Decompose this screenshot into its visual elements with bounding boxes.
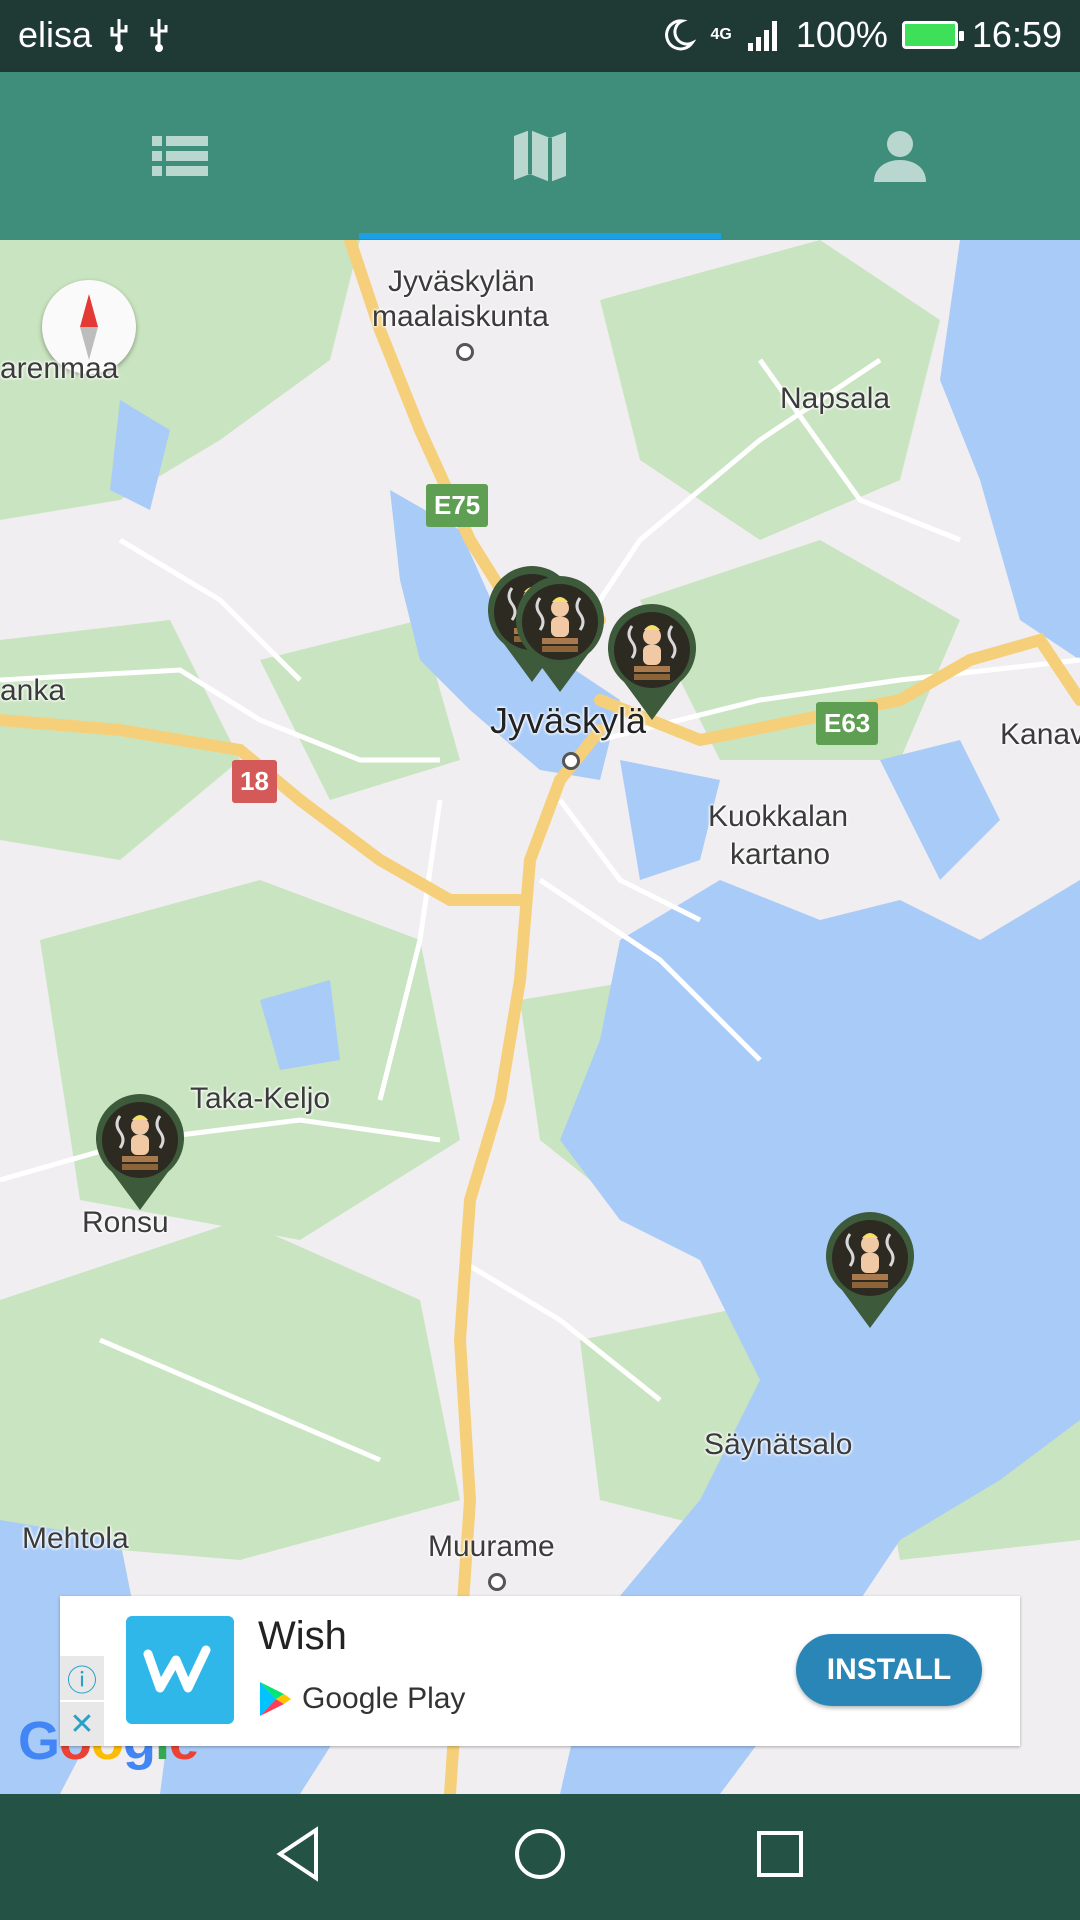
ad-title: Wish (258, 1614, 347, 1658)
place-label: Mehtola (22, 1522, 129, 1555)
sauna-marker[interactable] (820, 1210, 920, 1330)
place-dot (562, 752, 580, 770)
place-dot (488, 1573, 506, 1591)
ad-store: Google Play (258, 1680, 465, 1718)
wish-logo (126, 1616, 234, 1724)
place-label: Taka-Keljo (190, 1082, 331, 1115)
road-shield: E63 (816, 702, 879, 745)
recents-icon[interactable] (750, 1824, 810, 1884)
selected-tab-indicator (359, 233, 721, 239)
place-dot (456, 343, 474, 361)
tab-map[interactable] (360, 72, 720, 240)
usb-icon (110, 19, 128, 52)
place-label: Kanav (1000, 718, 1080, 751)
signal-icon (747, 21, 777, 51)
road-shield: E75 (426, 484, 489, 527)
sauna-marker[interactable] (510, 574, 610, 694)
battery-icon (901, 21, 964, 49)
battery-percent: 100% (795, 14, 888, 55)
close-icon[interactable]: ✕ (60, 1702, 104, 1746)
place-label: Napsala (780, 382, 891, 415)
status-bar: elisa 4G 100% 16:59 (0, 0, 1080, 72)
network-type: 4G (710, 26, 732, 43)
place-label: Säynätsalo (704, 1428, 853, 1461)
place-label: Jyväskylän (388, 265, 535, 298)
ad-banner[interactable]: ⓘ ✕ Wish Google Play INSTALL (60, 1596, 1020, 1746)
map-view[interactable]: Jyväskylän maalaiskunta Napsala arenmaa … (0, 240, 1080, 1794)
back-icon[interactable] (270, 1824, 330, 1884)
play-store-icon (260, 1682, 291, 1716)
carrier-label: elisa (18, 14, 93, 55)
place-label: anka (0, 674, 66, 707)
place-label: kartano (730, 838, 831, 871)
tab-list[interactable] (0, 72, 360, 240)
road-shield: 18 (232, 760, 277, 803)
place-label: Kuokkalan (708, 800, 849, 833)
store-name: Google Play (302, 1682, 466, 1715)
place-label: maalaiskunta (372, 300, 549, 333)
home-icon[interactable] (510, 1824, 570, 1884)
place-label: arenmaa (0, 352, 119, 385)
usb-icon (150, 19, 168, 52)
tab-profile[interactable] (720, 72, 1080, 240)
install-button[interactable]: INSTALL (796, 1634, 982, 1706)
place-label: Muurame (428, 1530, 555, 1563)
moon-icon (665, 19, 697, 51)
wish-logo-mark (143, 1645, 211, 1693)
sauna-marker[interactable] (602, 602, 702, 722)
person-icon (874, 131, 926, 182)
status-left: elisa (18, 14, 172, 56)
sauna-marker[interactable] (90, 1092, 190, 1212)
app-bar (0, 72, 1080, 240)
status-right: 4G 100% 16:59 (660, 14, 1062, 56)
ad-choices-icon[interactable]: ⓘ (60, 1656, 104, 1700)
nav-bar (0, 1794, 1080, 1920)
clock: 16:59 (971, 14, 1062, 55)
map-icon (514, 130, 566, 182)
list-icon (152, 136, 208, 176)
